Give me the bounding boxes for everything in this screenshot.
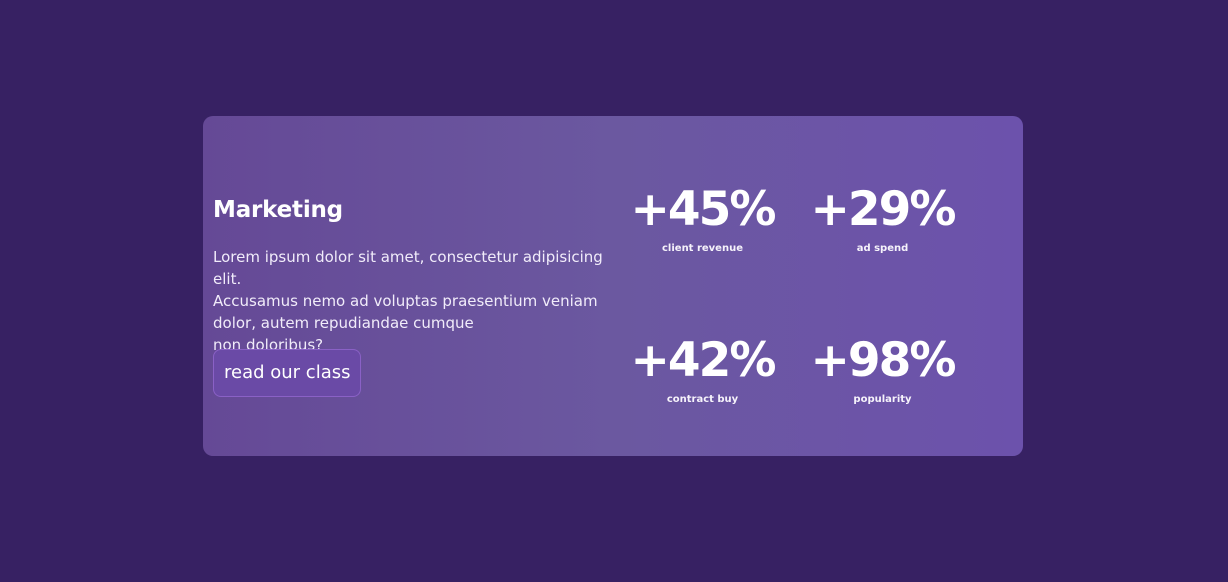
stat-label: ad spend: [856, 243, 909, 254]
stat-value: +45%: [630, 182, 777, 237]
card-title: Marketing: [213, 197, 343, 223]
card-content: Marketing Lorem ipsum dolor sit amet, co…: [213, 196, 623, 397]
stat-value: +98%: [810, 333, 957, 388]
read-our-class-button[interactable]: read our class: [213, 349, 362, 397]
stat-value: +29%: [810, 182, 957, 237]
stat-label: client revenue: [662, 243, 743, 254]
stat-label: contract buy: [666, 394, 739, 405]
marketing-card: Marketing Lorem ipsum dolor sit amet, co…: [203, 116, 1023, 456]
stat-contract-buy: +42% contract buy: [615, 333, 790, 407]
stat-client-revenue: +45% client revenue: [615, 182, 790, 256]
stat-value: +42%: [630, 333, 777, 388]
stats-grid: +45% client revenue +29% ad spend +42% c…: [615, 182, 975, 422]
stat-popularity: +98% popularity: [795, 333, 970, 407]
stat-label: popularity: [853, 394, 912, 405]
card-description: Lorem ipsum dolor sit amet, consectetur …: [213, 248, 603, 354]
stat-ad-spend: +29% ad spend: [795, 182, 970, 256]
